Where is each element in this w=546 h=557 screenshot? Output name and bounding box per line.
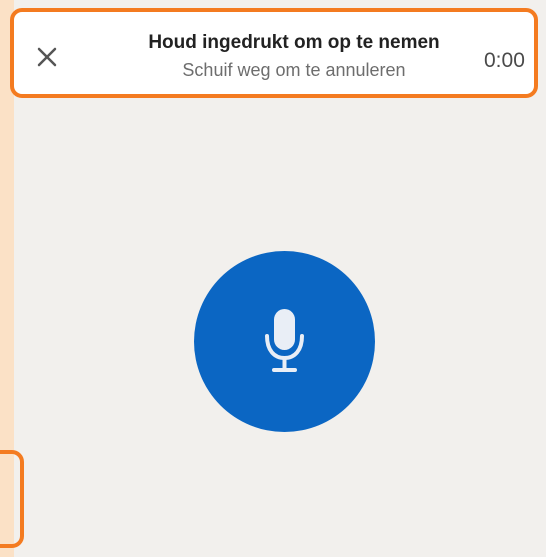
close-icon bbox=[37, 47, 57, 67]
hold-to-record-title: Houd ingedrukt om op te nemen bbox=[148, 32, 440, 53]
instructions: Houd ingedrukt om op te nemen Schuif weg… bbox=[84, 30, 504, 82]
microphone-icon bbox=[265, 309, 304, 372]
record-button[interactable] bbox=[194, 251, 375, 432]
highlight-frame bbox=[0, 450, 24, 548]
recording-timer: 0:00 bbox=[484, 49, 525, 72]
swipe-to-cancel-subtitle: Schuif weg om te annuleren bbox=[182, 60, 406, 80]
recording-header: Houd ingedrukt om op te nemen Schuif weg… bbox=[10, 8, 538, 98]
close-button[interactable] bbox=[32, 42, 62, 72]
